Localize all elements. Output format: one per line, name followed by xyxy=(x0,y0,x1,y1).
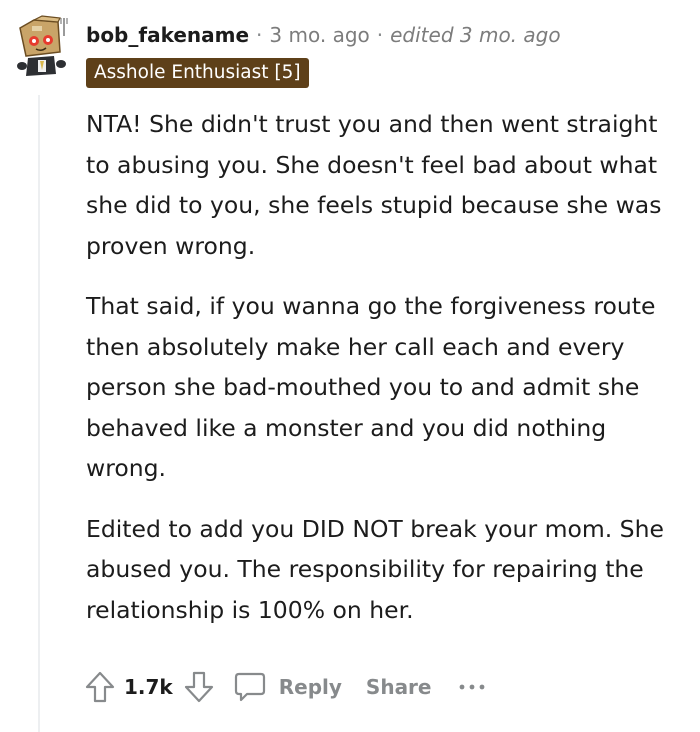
user-flair: Asshole Enthusiast [5] xyxy=(86,58,309,88)
edited-timestamp: edited 3 mo. ago xyxy=(390,23,561,47)
share-button[interactable]: Share xyxy=(366,675,432,699)
share-label: Share xyxy=(365,675,432,699)
comment-paragraph: That said, if you wanna go the forgivene… xyxy=(86,292,656,482)
snoo-avatar-icon xyxy=(17,15,68,76)
reply-button[interactable]: Reply xyxy=(233,671,342,703)
username-link[interactable]: bob_fakename xyxy=(86,23,249,47)
downvote-arrow-icon xyxy=(184,671,213,703)
vote-score: 1.7k xyxy=(124,675,173,699)
comment-paragraph: Edited to add you DID NOT break your mom… xyxy=(86,514,664,624)
reply-label: Reply xyxy=(278,675,342,699)
more-options-button[interactable] xyxy=(458,682,486,692)
comment-age[interactable]: 3 mo. ago xyxy=(269,23,369,47)
comment-header: bob_fakename · 3 mo. ago · edited 3 mo. … xyxy=(86,18,561,52)
comment-paragraph: NTA! She didn't trust you and then went … xyxy=(86,110,662,260)
ellipsis-icon xyxy=(459,684,484,690)
user-avatar[interactable] xyxy=(12,14,72,80)
meta-separator: · xyxy=(256,23,263,47)
comment-body: NTA! She didn't trust you and then went … xyxy=(86,104,686,630)
downvote-button[interactable] xyxy=(183,670,215,704)
comment-actions: 1.7k Reply Share xyxy=(84,664,486,710)
thread-line[interactable] xyxy=(38,95,40,732)
upvote-button[interactable] xyxy=(84,670,116,704)
meta-separator: · xyxy=(376,23,384,47)
speech-bubble-icon xyxy=(234,672,265,702)
upvote-arrow-icon xyxy=(85,671,115,703)
comment: bob_fakename · 3 mo. ago · edited 3 mo. … xyxy=(0,0,700,732)
